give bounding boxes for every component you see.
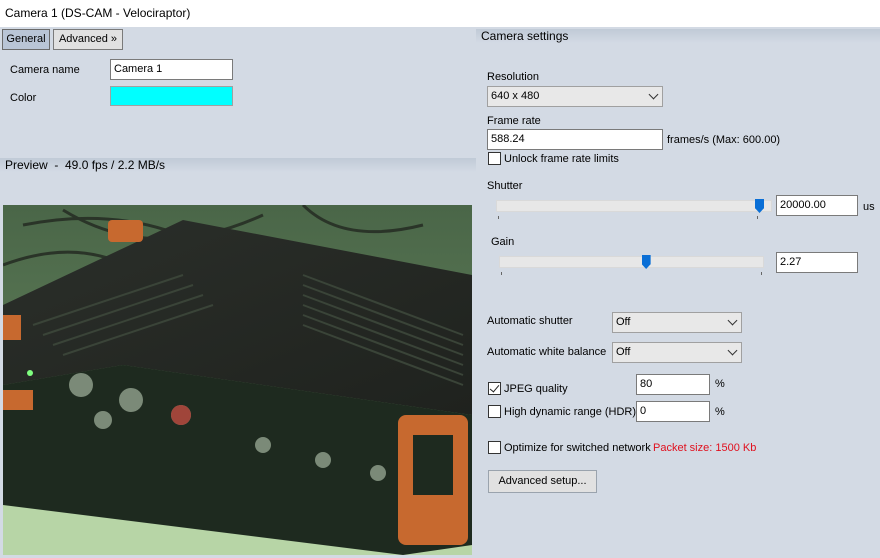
auto-wb-label: Automatic white balance	[487, 346, 607, 358]
camera-name-label: Camera name	[10, 64, 80, 76]
optimize-network-label: Optimize for switched network	[504, 442, 651, 454]
gain-label: Gain	[491, 236, 515, 248]
frame-rate-unit: frames/s (Max: 600.00)	[667, 134, 781, 146]
hdr-checkbox[interactable]	[488, 405, 501, 418]
auto-shutter-select[interactable]: Off	[612, 312, 742, 333]
jpeg-quality-input[interactable]: 80	[636, 374, 710, 395]
auto-wb-select[interactable]: Off	[612, 342, 742, 363]
frame-rate-label: Frame rate	[487, 115, 541, 127]
hdr-unit: %	[715, 406, 725, 418]
preview-header-text: Preview - 49.0 fps / 2.2 MB/s	[5, 158, 166, 172]
jpeg-quality-unit: %	[715, 378, 725, 390]
chevron-down-icon	[727, 345, 738, 356]
shutter-label: Shutter	[487, 180, 523, 192]
gain-tick-min	[501, 272, 502, 275]
camera-settings-header: Camera settings	[476, 29, 880, 43]
advanced-setup-button[interactable]: Advanced setup...	[488, 470, 597, 493]
jpeg-quality-checkbox[interactable]	[488, 382, 501, 395]
chevron-down-icon	[648, 89, 659, 100]
auto-wb-value: Off	[616, 346, 631, 358]
chevron-down-icon	[727, 315, 738, 326]
gain-slider[interactable]	[499, 256, 764, 268]
title-bar: Camera 1 (DS-CAM - Velociraptor)	[0, 0, 880, 27]
unlock-frame-rate-checkbox[interactable]	[488, 152, 501, 165]
preview-header: Preview - 49.0 fps / 2.2 MB/s	[0, 158, 476, 172]
window-title: Camera 1 (DS-CAM - Velociraptor)	[5, 6, 191, 20]
auto-shutter-value: Off	[616, 316, 631, 328]
gain-tick-max	[761, 272, 762, 275]
color-label: Color	[10, 92, 37, 104]
gain-input[interactable]: 2.27	[776, 252, 858, 273]
resolution-value: 640 x 480	[491, 90, 540, 102]
tab-advanced[interactable]: Advanced »	[53, 29, 123, 50]
camera-preview-image	[3, 205, 472, 555]
optimize-network-checkbox[interactable]	[488, 441, 501, 454]
hdr-input[interactable]: 0	[636, 401, 710, 422]
resolution-select[interactable]: 640 x 480	[487, 86, 663, 107]
shutter-input[interactable]: 20000.00	[776, 195, 858, 216]
jpeg-quality-label: JPEG quality	[504, 383, 568, 395]
unlock-frame-rate-label: Unlock frame rate limits	[504, 153, 619, 165]
shutter-slider[interactable]	[496, 200, 772, 212]
shutter-unit: us	[863, 201, 875, 213]
camera-preview-graphic	[3, 205, 472, 555]
color-swatch[interactable]	[110, 86, 233, 106]
camera-settings-header-text: Camera settings	[481, 29, 569, 43]
resolution-label: Resolution	[487, 71, 539, 83]
auto-shutter-label: Automatic shutter	[487, 315, 573, 327]
camera-name-input[interactable]: Camera 1	[110, 59, 233, 80]
tab-general[interactable]: General	[2, 29, 50, 50]
shutter-tick-min	[498, 216, 499, 219]
hdr-label: High dynamic range (HDR)	[504, 406, 637, 418]
frame-rate-input[interactable]: 588.24	[487, 129, 663, 150]
packet-size-text: Packet size: 1500 Kb	[653, 442, 757, 454]
shutter-tick-max	[757, 216, 758, 219]
